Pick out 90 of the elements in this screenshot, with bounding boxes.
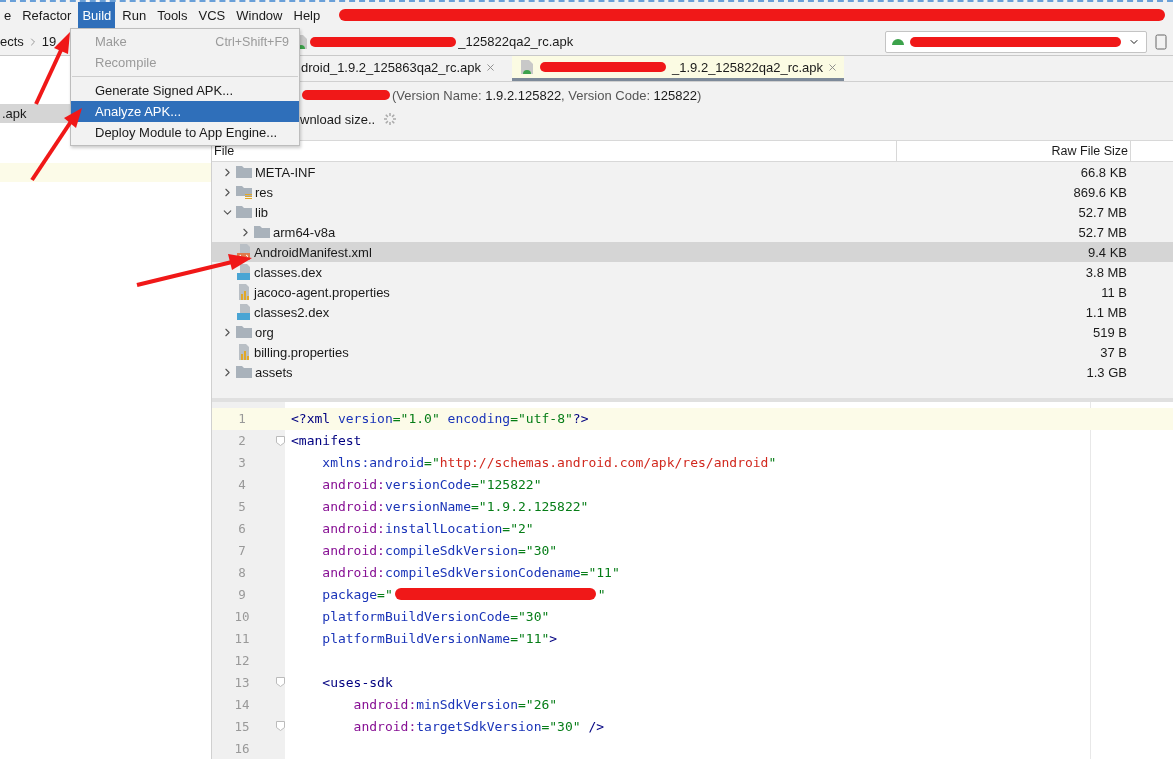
menu-item[interactable]: Refactor (18, 2, 76, 28)
breadcrumb[interactable]: _125822qa2_rc.apk (458, 34, 574, 49)
file-size: 869.6 KB (1072, 183, 1128, 202)
line-number: 16 (233, 740, 251, 756)
code-line: android:compileSdkVersionCodename="11" (321, 565, 620, 581)
file-size: 37 B (1099, 343, 1128, 362)
file-name: classes2.dex (254, 304, 330, 320)
code-line: android:minSdkVersion="26" (352, 696, 558, 712)
dex-file-icon (236, 304, 251, 320)
folder-icon (236, 366, 252, 378)
line-number: 1 (237, 411, 247, 427)
fold-marker-icon[interactable] (276, 677, 285, 688)
line-number: 15 (233, 718, 251, 734)
breadcrumb[interactable]: 19 (41, 34, 57, 49)
file-name: arm64-v8a (273, 224, 336, 240)
android-icon (892, 38, 904, 45)
line-number: 8 (237, 565, 247, 581)
line-number: 5 (237, 499, 247, 515)
menu-item[interactable]: Build (78, 2, 116, 28)
menu-item[interactable]: Analyze APK... (71, 101, 299, 122)
menu-item[interactable]: Deploy Module to App Engine... (71, 122, 299, 143)
editor-tab[interactable]: _1.9.2_125822qa2_rc.apk (512, 56, 845, 81)
file-size: 9.4 KB (1086, 243, 1128, 262)
line-number: 4 (237, 477, 247, 493)
code-line: package=" " (321, 586, 606, 603)
resource-folder-icon (236, 185, 252, 199)
file-size: 52.7 MB (1077, 223, 1128, 242)
properties-file-icon (236, 344, 251, 360)
menu-item[interactable]: e (0, 2, 16, 28)
line-number: 7 (237, 543, 247, 559)
line-number: 10 (233, 608, 251, 624)
menu-item[interactable]: Generate Signed APK... (71, 80, 299, 101)
code-line: <uses-sdk (321, 674, 393, 690)
menu-item[interactable]: Window (232, 2, 287, 28)
code-line: android:versionName="1.9.2.125822" (321, 499, 589, 515)
code-line: <manifest (291, 433, 362, 449)
code-line: platformBuildVersionCode="30" (321, 608, 550, 624)
file-row[interactable]: AndroidManifest.xml 9.4 KB (212, 242, 1173, 262)
file-name: res (255, 184, 274, 200)
file-name: billing.properties (254, 344, 349, 360)
file-name: org (255, 324, 274, 340)
line-number: 13 (233, 674, 251, 690)
breadcrumb[interactable]: ects (0, 34, 24, 49)
folder-icon (236, 326, 252, 338)
editor-tab[interactable]: droid_1.9.2_125863qa2_rc.apk (301, 56, 502, 81)
code-line: android:installLocation="2" (321, 521, 534, 537)
file-name: META-INF (255, 164, 316, 180)
line-number: 14 (233, 696, 251, 712)
code-line: android:versionCode="125822" (321, 477, 542, 493)
code-line: <?xml version="1.0" encoding="utf-8"?> (291, 411, 589, 427)
line-number: 9 (237, 586, 247, 602)
line-number: 12 (233, 652, 251, 668)
column-header[interactable]: Raw File Size (897, 141, 1131, 161)
device-selector[interactable] (885, 30, 1147, 53)
folder-icon (254, 226, 270, 238)
android-file-icon (520, 59, 534, 75)
line-number: 11 (233, 630, 251, 646)
line-number: 3 (237, 455, 247, 471)
code-line: xmlns:android="http://schemas.android.com/apk/res/android" (321, 455, 777, 471)
file-size: 519 B (1092, 323, 1128, 342)
file-size: 1.1 MB (1084, 303, 1128, 322)
menu-item[interactable]: Help (289, 2, 325, 28)
file-name: classes.dex (254, 264, 322, 280)
file-size: 1.3 GB (1085, 363, 1128, 382)
code-line: android:compileSdkVersion="30" (321, 543, 558, 559)
close-icon[interactable] (827, 61, 839, 73)
code-line: platformBuildVersionName="11"> (321, 630, 558, 646)
menu-item[interactable]: VCS (194, 2, 230, 28)
folder-icon (236, 206, 252, 218)
file-name: lib (255, 204, 268, 220)
file-size: 52.7 MB (1077, 203, 1128, 222)
line-number: 6 (237, 521, 247, 537)
menu-item[interactable]: Run (118, 2, 151, 28)
line-number: 2 (237, 433, 247, 449)
file-size: 3.8 MB (1084, 263, 1128, 282)
fold-marker-icon[interactable] (276, 721, 285, 732)
close-icon[interactable] (485, 61, 496, 73)
file-name: jacoco-agent.properties (254, 284, 390, 300)
file-name: AndroidManifest.xml (254, 244, 372, 260)
dex-file-icon (236, 264, 251, 280)
version-info: (Version Name: 1.9.2.125822, Version Code: 125822) (392, 87, 702, 103)
menu-item[interactable]: Tools (153, 2, 192, 28)
download-size-label: wnload size.. (300, 111, 376, 127)
file-size: 66.8 KB (1079, 163, 1128, 182)
file-size: 11 B (1100, 283, 1128, 302)
code-line: android:targetSdkVersion="30" /> (352, 718, 605, 734)
file-name: assets (255, 364, 293, 380)
properties-file-icon (236, 284, 251, 300)
folder-icon (236, 166, 252, 178)
fold-marker-icon[interactable] (276, 435, 285, 446)
